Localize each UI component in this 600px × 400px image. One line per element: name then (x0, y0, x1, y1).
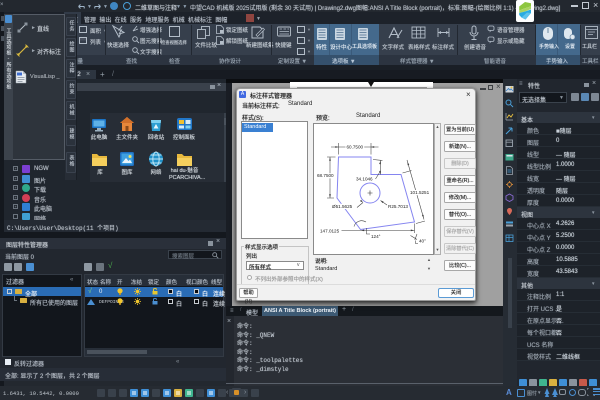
svg-text:34.1046: 34.1046 (356, 177, 373, 182)
svg-text:101.5251: 101.5251 (410, 190, 430, 195)
svg-text:124°: 124° (371, 234, 381, 239)
svg-text:60.7500: 60.7500 (346, 145, 363, 150)
svg-text:147.0125: 147.0125 (320, 228, 340, 233)
svg-text:40°: 40° (419, 239, 426, 244)
svg-text:Ø51.5625: Ø51.5625 (332, 204, 353, 209)
svg-text:68.7500: 68.7500 (317, 173, 334, 178)
svg-text:R25.7013: R25.7013 (388, 204, 408, 209)
